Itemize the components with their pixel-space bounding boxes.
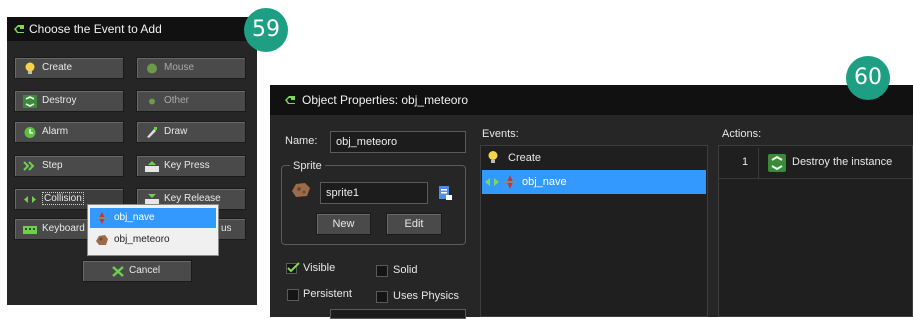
object-properties-titlebar: Object Properties: obj_meteoro xyxy=(270,85,913,115)
clock-icon xyxy=(23,126,37,139)
gamemaker-logo-icon xyxy=(13,24,25,34)
destroy-event-button[interactable]: Destroy xyxy=(14,90,124,112)
step-event-button[interactable]: Step xyxy=(14,155,124,177)
key-press-icon xyxy=(145,160,159,173)
mouse-event-label: Mouse xyxy=(164,62,195,73)
action-row[interactable]: 1 Destroy the instance xyxy=(718,148,913,179)
step-arrows-icon xyxy=(23,160,37,173)
sprite-browse-icon[interactable] xyxy=(437,185,453,201)
cancel-x-icon xyxy=(111,265,125,278)
sprite-group-label: Sprite xyxy=(290,160,325,172)
ship-sprite-icon xyxy=(503,174,517,190)
key-press-event-button[interactable]: Key Press xyxy=(136,155,246,177)
name-label: Name: xyxy=(285,135,318,147)
create-event-button[interactable]: Create xyxy=(14,57,124,79)
choose-event-title: Choose the Event to Add xyxy=(29,22,162,36)
other-event-button[interactable]: Other xyxy=(136,90,246,112)
other-event-label: Other xyxy=(164,95,190,106)
sprite-field[interactable]: sprite1 xyxy=(320,182,428,204)
async-event-label: us xyxy=(221,223,232,234)
object-properties-title: Object Properties: obj_meteoro xyxy=(302,93,469,107)
gamemaker-logo-icon xyxy=(284,95,296,105)
ship-sprite-icon xyxy=(94,211,110,225)
name-field[interactable]: obj_meteoro xyxy=(330,131,466,153)
uses-physics-checkbox[interactable] xyxy=(376,291,388,303)
collision-arrows-icon xyxy=(484,176,500,188)
persistent-label: Persistent xyxy=(303,288,352,300)
uses-physics-label: Uses Physics xyxy=(393,290,460,302)
other-dot-icon xyxy=(145,95,159,108)
keyboard-icon xyxy=(23,223,37,236)
choose-event-titlebar: Choose the Event to Add xyxy=(7,17,257,41)
cancel-label: Cancel xyxy=(129,265,161,276)
draw-event-button[interactable]: Draw xyxy=(136,121,246,143)
meteor-sprite-icon xyxy=(94,233,110,247)
solid-checkbox[interactable] xyxy=(376,265,388,277)
edit-sprite-button[interactable]: Edit xyxy=(386,213,442,235)
visible-label: Visible xyxy=(303,262,336,274)
collision-arrows-icon xyxy=(23,193,37,206)
key-release-event-label: Key Release xyxy=(164,193,221,204)
visible-checkbox[interactable] xyxy=(286,262,300,274)
event-collision-label: obj_nave xyxy=(522,176,567,188)
collision-event-label: Collision xyxy=(42,192,84,205)
event-row-collision[interactable]: obj_nave xyxy=(482,170,706,194)
draw-event-label: Draw xyxy=(164,126,188,137)
step-badge-59: 59 xyxy=(244,8,288,52)
menu-item-label: obj_meteoro xyxy=(114,234,170,245)
menu-item-label: obj_nave xyxy=(114,212,155,223)
action-number: 1 xyxy=(742,156,749,168)
cancel-button[interactable]: Cancel xyxy=(82,260,192,282)
persistent-checkbox[interactable] xyxy=(287,289,299,301)
keyboard-event-label: Keyboard xyxy=(42,223,85,234)
actions-label: Actions: xyxy=(722,128,762,140)
event-create-label: Create xyxy=(508,152,542,164)
collision-object-menu: obj_nave obj_meteoro xyxy=(87,204,219,256)
mouse-event-button[interactable]: Mouse xyxy=(136,57,246,79)
step-event-label: Step xyxy=(42,160,63,171)
lightbulb-icon xyxy=(486,150,500,164)
key-press-event-label: Key Press xyxy=(164,160,210,171)
action-divider xyxy=(758,148,759,178)
destroy-event-label: Destroy xyxy=(42,95,77,106)
parent-field[interactable] xyxy=(330,309,466,319)
events-label: Events: xyxy=(482,128,519,140)
alarm-event-button[interactable]: Alarm xyxy=(14,121,124,143)
event-row-create[interactable]: Create xyxy=(482,148,706,168)
solid-label: Solid xyxy=(393,264,418,276)
alarm-event-label: Alarm xyxy=(42,126,69,137)
menu-item-obj-nave[interactable]: obj_nave xyxy=(90,208,216,228)
menu-item-obj-meteoro[interactable]: obj_meteoro xyxy=(90,230,216,250)
brush-icon xyxy=(145,126,159,139)
action-label: Destroy the instance xyxy=(792,156,893,168)
recycle-icon xyxy=(23,95,37,108)
new-sprite-button[interactable]: New xyxy=(316,213,371,235)
meteor-sprite-icon xyxy=(290,181,312,199)
mouse-icon xyxy=(145,62,159,75)
recycle-icon xyxy=(768,154,786,172)
create-event-label: Create xyxy=(42,62,73,73)
step-badge-60: 60 xyxy=(846,56,890,100)
lightbulb-icon xyxy=(23,62,37,75)
